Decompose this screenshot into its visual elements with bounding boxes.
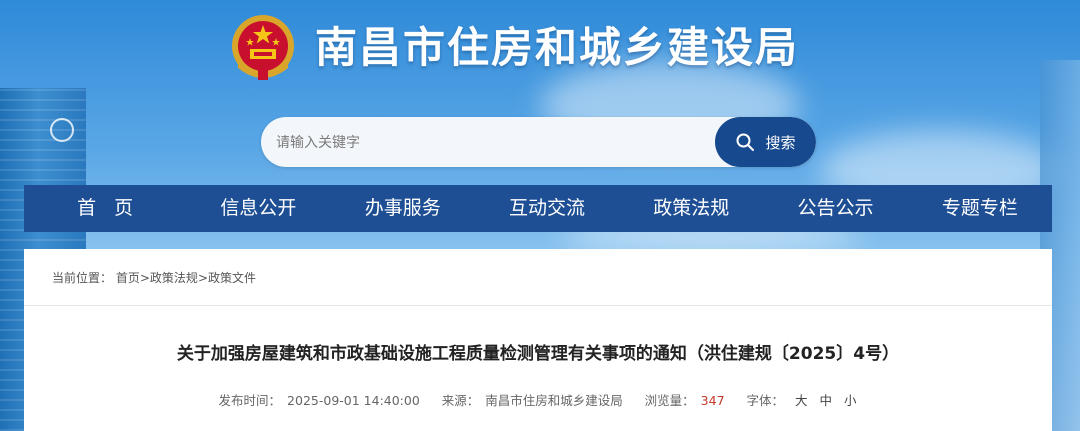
views-count: 347	[700, 393, 725, 408]
breadcrumb-separator: >	[139, 271, 150, 285]
nav-item-home[interactable]: 首页	[24, 185, 186, 232]
divider	[24, 305, 1052, 306]
source-label: 来源：	[441, 393, 480, 408]
main-nav: 首页 信息公开 办事服务 互动交流 政策法规 公告公示 专题专栏	[24, 185, 1052, 232]
site-title: 南昌市住房和城乡建设局	[315, 23, 800, 72]
views-label: 浏览量：	[644, 393, 695, 408]
font-size-small-button[interactable]: 小	[844, 393, 857, 408]
search-bar: 搜索	[261, 117, 816, 167]
search-icon	[736, 133, 755, 151]
nav-item-policy[interactable]: 政策法规	[619, 185, 763, 232]
breadcrumb-item-policy[interactable]: 政策法规	[150, 271, 198, 285]
publish-time: 2025-09-01 14:40:00	[287, 393, 420, 408]
nav-item-special-topics[interactable]: 专题专栏	[908, 185, 1052, 232]
search-button-label: 搜索	[765, 133, 796, 152]
font-size-label: 字体：	[746, 393, 784, 408]
breadcrumb: 当前位置： 首页>政策法规>政策文件	[52, 269, 256, 286]
article-title: 关于加强房屋建筑和市政基础设施工程质量检测管理有关事项的通知（洪住建规〔2025…	[176, 344, 900, 364]
source: 南昌市住房和城乡建设局	[485, 393, 623, 408]
font-size-medium-button[interactable]: 中	[819, 393, 832, 408]
search-button[interactable]: 搜索	[715, 117, 816, 167]
breadcrumb-item-home[interactable]: 首页	[116, 271, 140, 285]
content-panel: 当前位置： 首页>政策法规>政策文件 关于加强房屋建筑和市政基础设施工程质量检测…	[24, 249, 1052, 431]
breadcrumb-prefix: 当前位置：	[52, 271, 113, 285]
article-meta: 发布时间： 2025-09-01 14:40:00 来源： 南昌市住房和城乡建设局 …	[24, 390, 1052, 409]
breadcrumb-separator: >	[197, 271, 208, 285]
font-size-large-button[interactable]: 大	[795, 393, 808, 408]
search-input[interactable]	[261, 117, 733, 167]
breadcrumb-item-policy-docs[interactable]: 政策文件	[208, 271, 256, 285]
nav-item-services[interactable]: 办事服务	[331, 185, 475, 232]
publish-time-label: 发布时间：	[218, 393, 282, 408]
nav-item-announcements[interactable]: 公告公示	[763, 185, 907, 232]
nav-item-interaction[interactable]: 互动交流	[475, 185, 619, 232]
national-emblem-icon	[228, 12, 298, 84]
nav-item-info-disclosure[interactable]: 信息公开	[186, 185, 330, 232]
